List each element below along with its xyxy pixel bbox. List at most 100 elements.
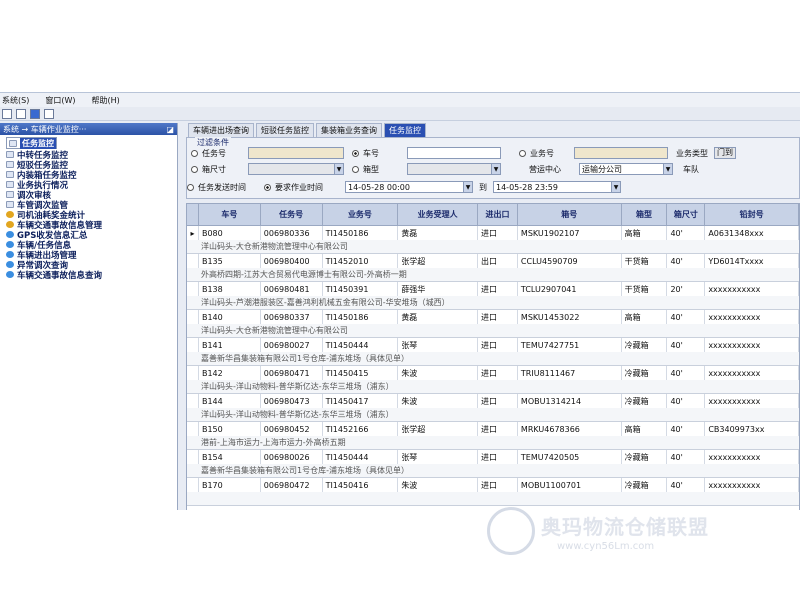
table-cell: B144 — [199, 394, 261, 408]
table-row[interactable]: B150 006980452 TI1452166 张学超 进口 MRKU4678366 高箱… — [187, 422, 799, 450]
task-no-radio[interactable] — [191, 149, 198, 157]
table-cell: 干货箱 — [622, 282, 668, 296]
table-cell: 张学超 — [398, 422, 479, 436]
column-header[interactable]: 进出口 — [478, 204, 518, 226]
menu-help[interactable]: 帮助(H) — [91, 95, 119, 106]
center-label: 营运中心 — [529, 164, 561, 174]
new-icon[interactable] — [2, 108, 12, 119]
table-cell: 006980336 — [261, 226, 323, 240]
column-header[interactable]: 铅封号 — [705, 204, 799, 226]
time-to-picker[interactable]: 14-05-28 23:59 ▼ — [493, 181, 621, 193]
task-table: 车号 任务号 业务号 业务受理人 进出口 箱号 箱型 箱尺寸 铅封号 ▸ B080 00698033… — [186, 203, 800, 510]
box-size-label: 箱尺寸 — [202, 164, 226, 174]
navigation-tree: 任务监控 中转任务监控 短驳任务监控 内装箱任务监控 业务执行情况 调次审核 车管调次监管司… — [0, 135, 177, 281]
box-size-radio[interactable] — [191, 165, 198, 173]
table-cell: 006980452 — [261, 422, 323, 436]
table-cell: xxxxxxxxxxx — [705, 366, 799, 380]
route-detail: 港前-上海市运力-上海市运力-外高桥五期 — [187, 436, 799, 449]
business-no-radio[interactable] — [519, 149, 526, 157]
column-header[interactable]: 车号 — [198, 204, 261, 226]
table-row[interactable]: B154 006980026 TI1450444 张琴 进口 TEMU7420505 冷藏箱… — [187, 450, 799, 478]
row-indicator — [187, 478, 199, 492]
column-header[interactable]: 箱型 — [621, 204, 668, 226]
table-row[interactable]: B144 006980473 TI1450417 朱波 进口 MOBU1314214 冷藏箱… — [187, 394, 799, 422]
column-header[interactable]: 任务号 — [260, 204, 323, 226]
route-detail: 洋山码头-大仓新港物流管理中心有限公司 — [187, 240, 799, 253]
tab-item[interactable]: 集装箱业务查询 — [316, 123, 382, 137]
table-cell: B080 — [199, 226, 261, 240]
table-cell: 006980472 — [261, 478, 323, 492]
table-cell: 进口 — [478, 478, 518, 492]
doc-icon — [6, 151, 14, 158]
table-cell: 006980471 — [261, 366, 323, 380]
table-row[interactable]: B142 006980471 TI1450415 朱波 进口 TRIU8111467 冷藏箱… — [187, 366, 799, 394]
column-header[interactable]: 业务号 — [322, 204, 399, 226]
table-cell: 冷藏箱 — [622, 338, 668, 352]
tab-item[interactable]: 任务监控 — [384, 123, 426, 137]
business-type-select[interactable]: 门到 — [714, 147, 736, 159]
doc-icon — [6, 181, 14, 188]
tree-item-label: 车辆交通事故信息查询 — [17, 270, 103, 281]
table-cell: 进口 — [478, 422, 518, 436]
table-row[interactable]: B170 006980472 TI1450416 朱波 进口 MOBU1100701 冷藏箱… — [187, 478, 799, 506]
send-time-radio[interactable] — [187, 183, 194, 191]
table-cell: 冷藏箱 — [622, 478, 668, 492]
table-header: 车号 任务号 业务号 业务受理人 进出口 箱号 箱型 箱尺寸 铅封号 — [187, 204, 799, 226]
table-row[interactable]: ▸ B080 006980336 TI1450186 黄磊 进口 MSKU1902107 高箱… — [187, 226, 799, 254]
tree-item[interactable]: 任务监控 — [6, 137, 57, 149]
car-no-radio[interactable] — [352, 149, 359, 157]
task-no-input[interactable] — [248, 147, 344, 159]
table-cell: B140 — [199, 310, 261, 324]
menu-system[interactable]: 系统(S) — [2, 95, 29, 106]
doc-icon — [9, 139, 17, 147]
box-type-radio[interactable] — [352, 165, 359, 173]
route-detail — [187, 492, 799, 505]
time-from-picker[interactable]: 14-05-28 00:00 ▼ — [345, 181, 473, 193]
box-size-select[interactable]: ▼ — [248, 163, 344, 175]
table-row[interactable]: B135 006980400 TI1452010 张学超 出口 CCLU4590709 干货… — [187, 254, 799, 282]
table-cell: xxxxxxxxxxx — [705, 282, 799, 296]
table-cell: 高箱 — [622, 422, 668, 436]
table-cell: B141 — [199, 338, 261, 352]
table-cell: 干货箱 — [622, 254, 668, 268]
table-cell: 薛强华 — [398, 282, 479, 296]
tab-item[interactable]: 车辆进出场查询 — [188, 123, 254, 137]
table-cell: 进口 — [478, 226, 518, 240]
center-select[interactable]: 运输分公司 ▼ — [579, 163, 673, 175]
watermark-text: 奥玛物流仓储联盟 — [541, 515, 709, 539]
column-header[interactable]: 箱尺寸 — [667, 204, 706, 226]
tree-item[interactable]: 车辆交通事故信息查询 — [6, 270, 177, 281]
table-cell: 40' — [667, 366, 706, 380]
table-cell: TI1452010 — [323, 254, 399, 268]
table-row[interactable]: B140 006980337 TI1450186 黄磊 进口 MSKU1453022 高箱 4… — [187, 310, 799, 338]
refresh-icon[interactable] — [44, 108, 54, 119]
row-indicator — [187, 282, 199, 296]
table-body: ▸ B080 006980336 TI1450186 黄磊 进口 MSKU1902107 高箱… — [187, 226, 799, 506]
route-detail: 洋山码头-大仓新港物流管理中心有限公司 — [187, 324, 799, 337]
business-no-label: 业务号 — [530, 148, 554, 158]
close-icon[interactable] — [16, 108, 26, 119]
filter-panel: 过滤条件 任务号 车号 业务号 业务类型 门到 箱尺寸 ▼ 箱型 ▼ 营运中心 … — [186, 137, 800, 199]
key-icon — [6, 211, 14, 218]
key-icon — [6, 221, 14, 228]
row-indicator: ▸ — [187, 226, 199, 240]
business-no-input[interactable] — [574, 147, 668, 159]
save-icon[interactable] — [30, 108, 40, 119]
menu-window[interactable]: 窗口(W) — [45, 95, 75, 106]
table-cell: B135 — [199, 254, 261, 268]
tab-strip: 车辆进出场查询 短驳任务监控 集装箱业务查询 任务监控 — [180, 123, 800, 137]
tab-item[interactable]: 短驳任务监控 — [256, 123, 314, 137]
pin-icon[interactable]: ◪ — [166, 125, 174, 134]
table-row[interactable]: B141 006980027 TI1450444 张琴 进口 TEMU7427751 冷藏箱… — [187, 338, 799, 366]
toolbar — [0, 107, 800, 121]
table-row[interactable]: B138 006980481 TI1450391 薛强华 进口 TCLU2907041 干货… — [187, 282, 799, 310]
table-cell: MOBU1314214 — [518, 394, 622, 408]
car-no-input[interactable] — [407, 147, 501, 159]
column-header[interactable]: 业务受理人 — [398, 204, 479, 226]
chevron-down-icon: ▼ — [663, 164, 672, 174]
column-header[interactable]: 箱号 — [517, 204, 622, 226]
req-time-radio[interactable] — [264, 183, 271, 191]
table-cell: TI1450444 — [323, 450, 399, 464]
box-type-select[interactable]: ▼ — [407, 163, 501, 175]
table-cell: 冷藏箱 — [622, 394, 668, 408]
